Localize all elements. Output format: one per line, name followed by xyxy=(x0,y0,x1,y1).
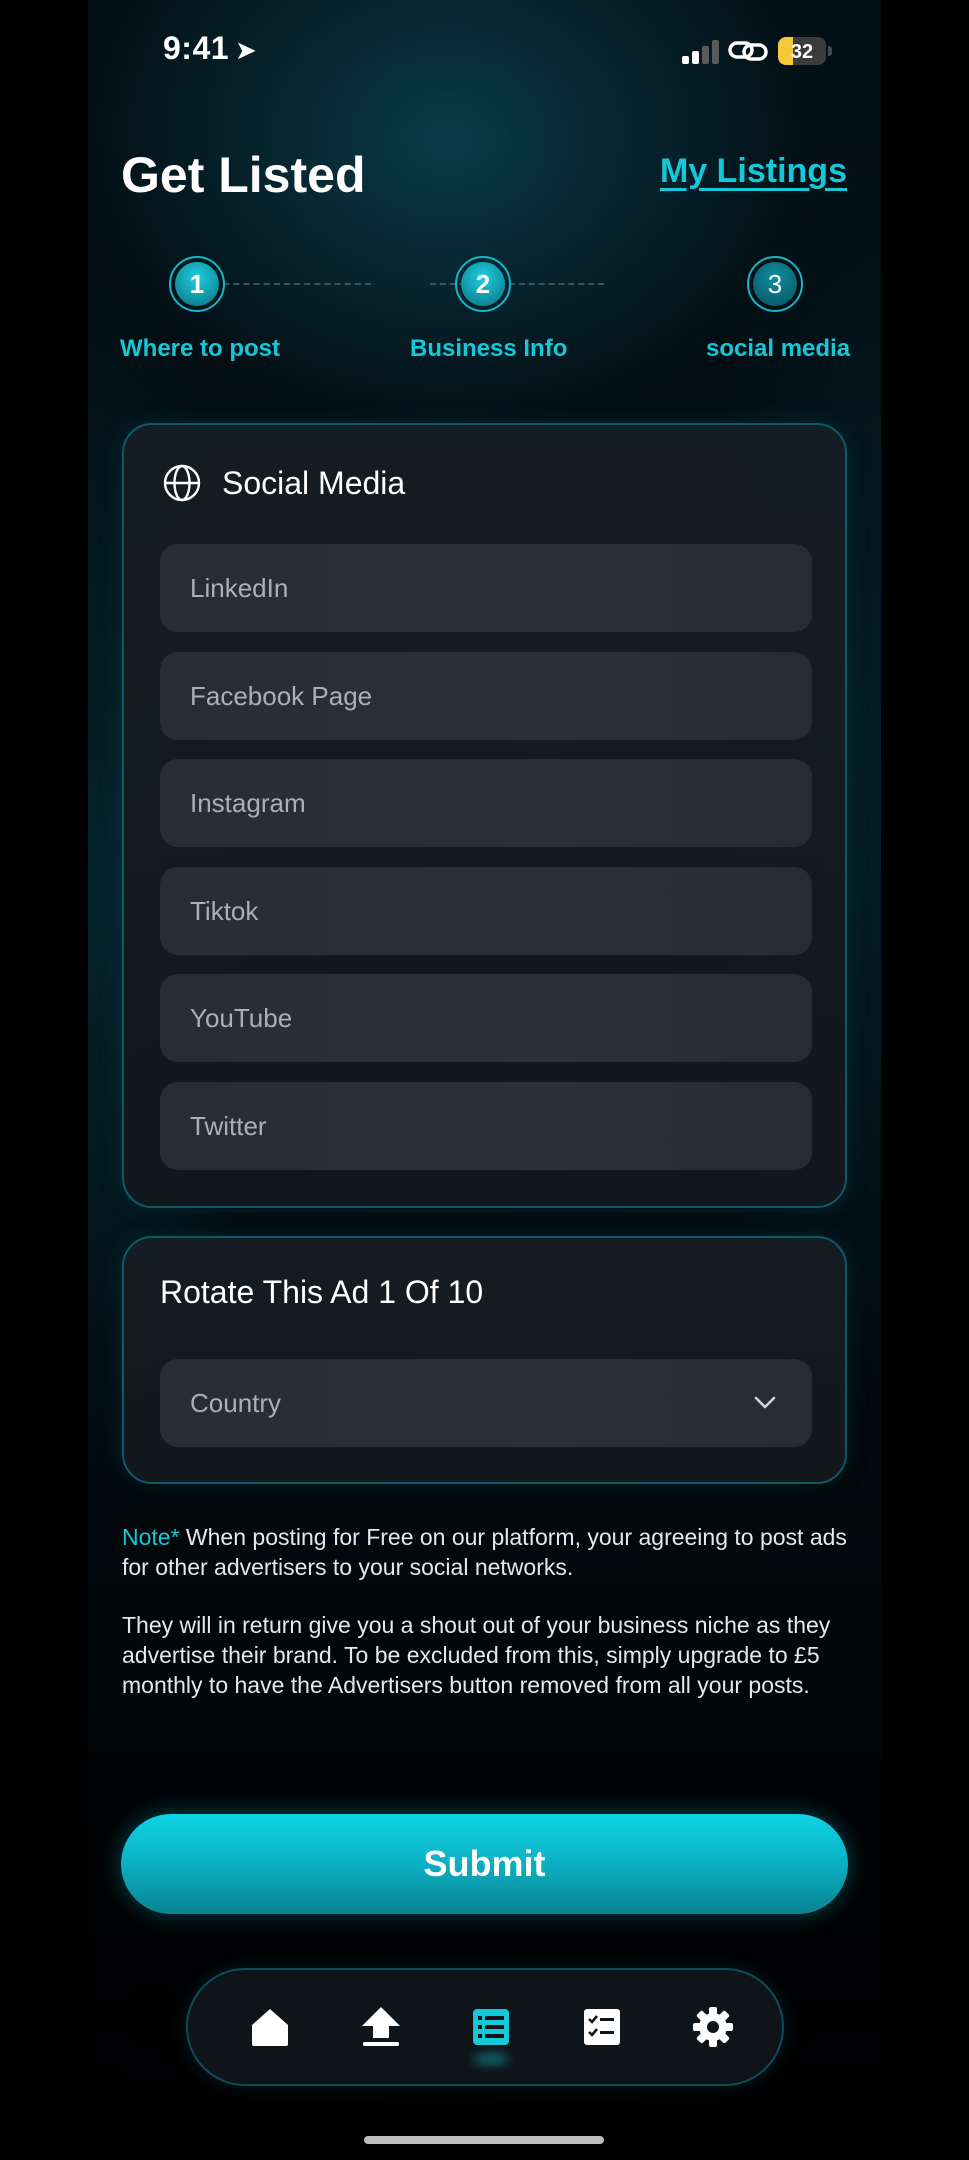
social-media-card: Social Media LinkedIn Facebook Page Inst… xyxy=(122,423,847,1208)
social-media-title: Social Media xyxy=(222,464,406,501)
submit-button[interactable]: Submit xyxy=(121,1814,848,1914)
settings-icon xyxy=(693,2007,733,2047)
location-arrow-icon: ➤ xyxy=(235,35,258,65)
nav-upload[interactable] xyxy=(349,1995,413,2059)
country-select[interactable]: Country xyxy=(160,1359,812,1447)
my-listings-link[interactable]: My Listings xyxy=(660,152,847,191)
note-paragraph-2: They will in return give you a shout out… xyxy=(122,1612,831,1698)
status-time-text: 9:41 xyxy=(163,30,230,66)
step-2-number: 2 xyxy=(461,262,505,306)
app-screen: 9:41 ➤ 32 Get Listed My Listings 1 2 3 Wh… xyxy=(88,0,881,2160)
nav-listings[interactable] xyxy=(459,1995,523,2065)
twitter-input[interactable]: Twitter xyxy=(160,1082,812,1170)
instagram-input[interactable]: Instagram xyxy=(160,759,812,847)
step-3-label: social media xyxy=(706,335,851,362)
upload-icon xyxy=(362,2007,400,2046)
social-media-header: Social Media xyxy=(162,463,405,503)
link-icon xyxy=(728,41,768,61)
free-posting-note: Note* When posting for Free on our platf… xyxy=(122,1522,852,1700)
battery-tip xyxy=(828,46,832,56)
youtube-input[interactable]: YouTube xyxy=(160,974,812,1062)
step-3-number: 3 xyxy=(753,262,797,306)
page-title: Get Listed xyxy=(121,147,366,203)
note-line-1: When posting for Free on our platform, y… xyxy=(122,1524,847,1580)
battery-indicator: 32 xyxy=(778,37,826,65)
cellular-signal-icon xyxy=(682,40,720,64)
status-time: 9:41 ➤ xyxy=(163,30,257,67)
chevron-down-icon xyxy=(754,1396,776,1409)
step-2-label: Business Info xyxy=(410,335,568,362)
battery-level: 32 xyxy=(790,41,814,63)
note-prefix: Note* xyxy=(122,1524,180,1550)
linkedin-input[interactable]: LinkedIn xyxy=(160,544,812,632)
nav-settings[interactable] xyxy=(681,1995,745,2059)
list-icon xyxy=(473,2009,509,2045)
step-2-indicator[interactable]: 2 xyxy=(455,256,511,312)
step-1-number: 1 xyxy=(175,262,219,306)
home-icon xyxy=(252,2009,288,2046)
globe-icon xyxy=(163,464,201,502)
step-1-indicator[interactable]: 1 xyxy=(169,256,225,312)
checklist-icon xyxy=(584,2009,620,2045)
country-select-value: Country xyxy=(190,1387,282,1418)
note-paragraph-1: Note* When posting for Free on our platf… xyxy=(122,1522,852,1582)
step-1-label: Where to post xyxy=(120,335,280,362)
nav-home[interactable] xyxy=(238,1995,302,2059)
rotate-ad-card: Rotate This Ad 1 Of 10 Country xyxy=(122,1236,847,1484)
tiktok-input[interactable]: Tiktok xyxy=(160,867,812,955)
nav-tasks[interactable] xyxy=(570,1995,634,2059)
facebook-page-input[interactable]: Facebook Page xyxy=(160,652,812,740)
home-indicator xyxy=(364,2136,604,2144)
active-indicator xyxy=(473,2053,509,2065)
step-connector-1 xyxy=(203,283,371,285)
bottom-nav xyxy=(186,1968,784,2086)
rotate-ad-title: Rotate This Ad 1 Of 10 xyxy=(160,1274,484,1310)
rotate-ad-header: Rotate This Ad 1 Of 10 xyxy=(160,1274,483,1311)
step-3-indicator[interactable]: 3 xyxy=(747,256,803,312)
